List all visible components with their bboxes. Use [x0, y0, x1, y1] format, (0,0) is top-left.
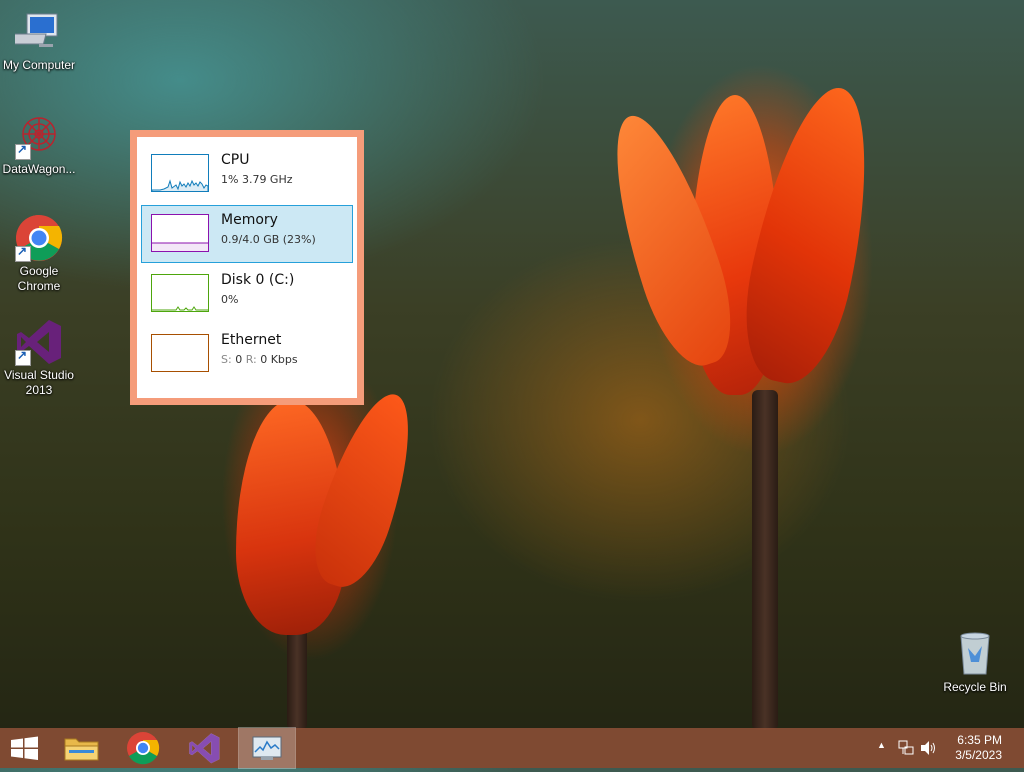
desktop-icon-my-computer[interactable]: My Computer — [0, 8, 78, 73]
clock-date: 3/5/2023 — [955, 748, 1002, 762]
taskbar-google-chrome[interactable] — [115, 728, 171, 768]
recycle-bin-icon — [951, 630, 999, 678]
start-button[interactable] — [0, 728, 56, 768]
datawagon-icon — [15, 112, 63, 160]
receive-label: R: — [245, 353, 257, 366]
shortcut-arrow-icon — [15, 142, 31, 160]
volume-icon[interactable] — [920, 740, 938, 759]
taskbar: ▲ 6:35 PM 3/5/2023 — [0, 727, 1024, 769]
network-icon[interactable] — [898, 740, 914, 759]
tm-item-title: Ethernet — [221, 332, 282, 348]
task-manager-icon — [252, 736, 282, 760]
taskbar-visual-studio[interactable] — [176, 728, 232, 768]
tm-item-ethernet[interactable]: Ethernet S: 0 R: 0 Kbps — [141, 325, 353, 383]
task-manager-summary-panel: CPU 1% 3.79 GHz Memory 0.9/4.0 GB (23%) … — [130, 130, 364, 405]
computer-icon — [8, 8, 63, 56]
desktop-icon-label: Google Chrome — [17, 264, 61, 293]
desktop-icon-label: Visual Studio 2013 — [4, 368, 74, 397]
visual-studio-icon — [15, 318, 63, 366]
desktop-icon-recycle-bin[interactable]: Recycle Bin — [936, 630, 1014, 695]
memory-graph — [151, 214, 209, 252]
visual-studio-icon — [189, 733, 220, 764]
tm-item-disk[interactable]: Disk 0 (C:) 0% — [141, 265, 353, 323]
task-manager-summary-list: CPU 1% 3.79 GHz Memory 0.9/4.0 GB (23%) … — [137, 137, 357, 398]
tm-item-cpu[interactable]: CPU 1% 3.79 GHz — [141, 145, 353, 203]
system-tray: ▲ 6:35 PM 3/5/2023 — [864, 728, 1024, 768]
ethernet-graph — [151, 334, 209, 372]
receive-value: 0 Kbps — [260, 353, 298, 366]
send-label: S: — [221, 353, 232, 366]
desktop-icon-label: Recycle Bin — [943, 680, 1007, 694]
desktop-icon-label: DataWagon... — [2, 162, 76, 176]
desktop-icon-label: My Computer — [2, 58, 76, 72]
shortcut-arrow-icon — [15, 244, 31, 262]
shortcut-arrow-icon — [15, 348, 31, 366]
clock[interactable]: 6:35 PM 3/5/2023 — [955, 733, 1002, 763]
tm-item-memory[interactable]: Memory 0.9/4.0 GB (23%) — [141, 205, 353, 263]
tm-item-detail: 0% — [221, 293, 239, 306]
tm-item-detail: S: 0 R: 0 Kbps — [221, 353, 298, 366]
taskbar-task-manager[interactable] — [238, 727, 296, 769]
disk-graph — [151, 274, 209, 312]
tm-item-title: CPU — [221, 152, 250, 168]
chrome-icon — [127, 732, 160, 765]
desktop-icon-google-chrome[interactable]: Google Chrome — [0, 214, 78, 294]
desktop-icon-visual-studio[interactable]: Visual Studio 2013 — [0, 318, 78, 398]
tm-item-detail: 1% 3.79 GHz — [221, 173, 293, 186]
show-hidden-icons-chevron-icon[interactable]: ▲ — [877, 740, 886, 750]
desktop-icon-datawagon[interactable]: DataWagon... — [0, 112, 78, 177]
cpu-graph — [151, 154, 209, 192]
chrome-icon — [15, 214, 63, 262]
folder-icon — [64, 738, 99, 761]
send-value: 0 — [235, 353, 243, 366]
tm-item-detail: 0.9/4.0 GB (23%) — [221, 233, 316, 246]
tm-item-title: Memory — [221, 212, 278, 228]
clock-time: 6:35 PM — [957, 733, 1002, 747]
tm-item-title: Disk 0 (C:) — [221, 272, 295, 288]
windows-logo-icon — [11, 736, 38, 760]
taskbar-file-explorer[interactable] — [54, 728, 110, 768]
